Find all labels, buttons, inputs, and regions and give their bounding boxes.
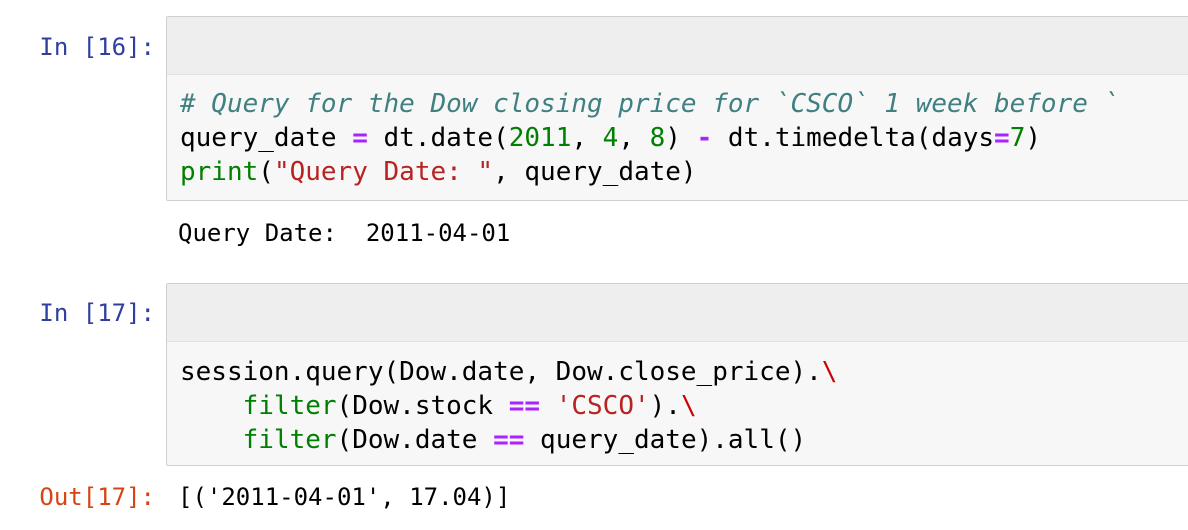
code-operator: - <box>696 123 713 153</box>
code-token: (Dow.date <box>336 425 494 455</box>
code-number: 2011 <box>508 123 572 153</box>
code-operator: = <box>994 123 1010 153</box>
code-token: dt.date( <box>367 123 509 153</box>
code-string: 'CSCO' <box>555 391 650 421</box>
line-continuation: \ <box>821 357 838 387</box>
output-prompt-17: Out[17]: <box>39 483 155 511</box>
code-builtin: print <box>180 157 259 187</box>
code-builtin: filter <box>242 391 337 421</box>
code-token: query_date <box>180 123 353 153</box>
code-line-comment: # Query for the Dow closing price for `C… <box>180 87 1119 121</box>
code-line-session-query: session.query(Dow.date, Dow.close_price)… <box>180 355 837 389</box>
code-operator: == <box>493 425 525 455</box>
code-token: , <box>571 123 603 153</box>
code-token: , query_date) <box>493 157 697 187</box>
code-line-filter-stock: filter(Dow.stock == 'CSCO').\ <box>180 389 697 423</box>
cell-output-16: Query Date: 2011-04-01 <box>178 219 511 247</box>
code-token: dt.timedelta(days <box>712 123 995 153</box>
code-number: 7 <box>1009 123 1026 153</box>
line-continuation: \ <box>680 391 697 421</box>
code-token: query_date).all() <box>524 425 807 455</box>
cell-output-17: [('2011-04-01', 17.04)] <box>178 483 511 511</box>
cell-toolbar <box>167 17 1188 75</box>
code-token: ) <box>1025 123 1041 153</box>
code-token: ) <box>665 123 697 153</box>
code-token: (Dow.stock <box>336 391 509 421</box>
code-line-query-date: query_date = dt.date(2011, 4, 8) - dt.ti… <box>180 121 1041 155</box>
code-operator: == <box>508 391 541 421</box>
code-string: "Query Date: " <box>273 157 494 187</box>
code-number: 8 <box>649 123 666 153</box>
code-line-filter-date: filter(Dow.date == query_date).all() <box>180 423 807 457</box>
code-number: 4 <box>602 123 619 153</box>
input-prompt-16: In [16]: <box>39 33 155 61</box>
code-token: session.query(Dow.date, Dow.close_price)… <box>180 357 822 387</box>
code-token: , <box>618 123 650 153</box>
code-line-print: print("Query Date: ", query_date) <box>180 155 697 189</box>
code-operator: = <box>352 123 368 153</box>
code-builtin: filter <box>242 425 337 455</box>
code-comment: # Query for the Dow closing price for `C… <box>180 89 1120 119</box>
code-token: ( <box>258 157 274 187</box>
code-token: ). <box>649 391 681 421</box>
cell-toolbar <box>167 284 1188 342</box>
input-prompt-17: In [17]: <box>39 299 155 327</box>
